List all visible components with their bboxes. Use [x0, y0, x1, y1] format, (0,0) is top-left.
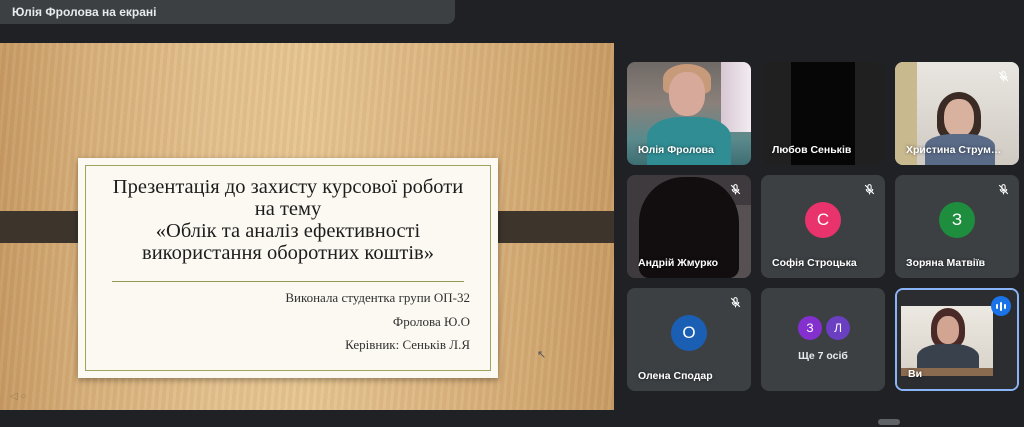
- shared-screen[interactable]: Презентація до захисту курсової роботи на…: [0, 43, 614, 410]
- participant-name: Христина Струм…: [906, 144, 1002, 156]
- slide-supervisor-line: Керівник: Сеньків Л.Я: [345, 337, 470, 352]
- mic-off-icon: [998, 184, 1009, 195]
- mic-off-icon: [864, 184, 875, 195]
- avatar: С: [805, 201, 841, 238]
- participant-tile-yulia[interactable]: Юлія Фролова: [627, 62, 751, 165]
- slide-student-line: Виконала студентка групи ОП-32: [285, 290, 470, 305]
- presenter-banner[interactable]: Юлія Фролова на екрані: [0, 0, 455, 24]
- participant-tile-lubov[interactable]: Любов Сеньків: [761, 62, 885, 165]
- slide-title: Презентація до захисту курсової роботи на…: [86, 176, 490, 264]
- participant-name: Зоряна Матвіїв: [906, 257, 986, 269]
- participant-tile-khrystyna[interactable]: Христина Струм…: [895, 62, 1019, 165]
- slide-title-card: Презентація до захисту курсової роботи на…: [78, 158, 498, 378]
- slide-title-frame: Презентація до захисту курсової роботи на…: [85, 165, 491, 371]
- mouse-cursor-icon: ↖: [537, 349, 547, 361]
- participant-name: Софія Строцька: [772, 257, 857, 269]
- participant-name: Олена Сподар: [638, 370, 713, 382]
- participant-name: Любов Сеньків: [772, 144, 852, 156]
- participant-name: Юлія Фролова: [638, 144, 714, 156]
- video-person: [647, 117, 731, 165]
- mic-off-icon: [998, 71, 1009, 82]
- participant-tile-andrii[interactable]: Андрій Жмурко: [627, 175, 751, 278]
- slide-bar-right: [483, 211, 614, 243]
- audio-level-icon: [991, 296, 1011, 316]
- avatar: З: [939, 201, 975, 238]
- slide-student-name: Фролова Ю.О: [392, 314, 470, 329]
- slide-title-line: Презентація до захисту курсової роботи: [112, 176, 464, 198]
- more-participants-label: Ще 7 осіб: [798, 350, 848, 362]
- presenter-label: Юлія Фролова на екрані: [12, 5, 157, 19]
- more-participants-tile[interactable]: З Л Ще 7 осіб: [761, 288, 885, 391]
- slide-nav-icons: ◁ ○: [10, 391, 27, 402]
- participant-tile-zoryana[interactable]: З Зоряна Матвіїв: [895, 175, 1019, 278]
- avatar: О: [671, 314, 707, 351]
- avatar: З: [798, 316, 822, 340]
- slide-title-line: використання оборотних коштів»: [142, 242, 434, 264]
- scroll-indicator: [878, 419, 900, 425]
- more-avatars: З Л: [798, 316, 850, 340]
- participant-name: Ви: [908, 368, 923, 380]
- mic-off-icon: [730, 184, 741, 195]
- avatar: Л: [826, 316, 850, 340]
- participant-tile-self[interactable]: Ви: [895, 288, 1019, 391]
- video-person: [937, 316, 959, 344]
- presenter-bar: Юлія Фролова на екрані: [0, 0, 1024, 24]
- slide-title-rule: [112, 281, 464, 282]
- slide-title-line: «Облік та аналіз ефективності: [155, 220, 421, 242]
- video-person: [944, 99, 974, 137]
- video-person: [669, 72, 705, 116]
- video-frame: [901, 306, 993, 376]
- slide-title-line: на тему: [254, 198, 322, 220]
- participant-tile-olena[interactable]: О Олена Сподар: [627, 288, 751, 391]
- participant-tile-sofia[interactable]: С Софія Строцька: [761, 175, 885, 278]
- participant-name: Андрій Жмурко: [638, 257, 719, 269]
- video-background: [721, 62, 751, 132]
- mic-off-icon: [730, 297, 741, 308]
